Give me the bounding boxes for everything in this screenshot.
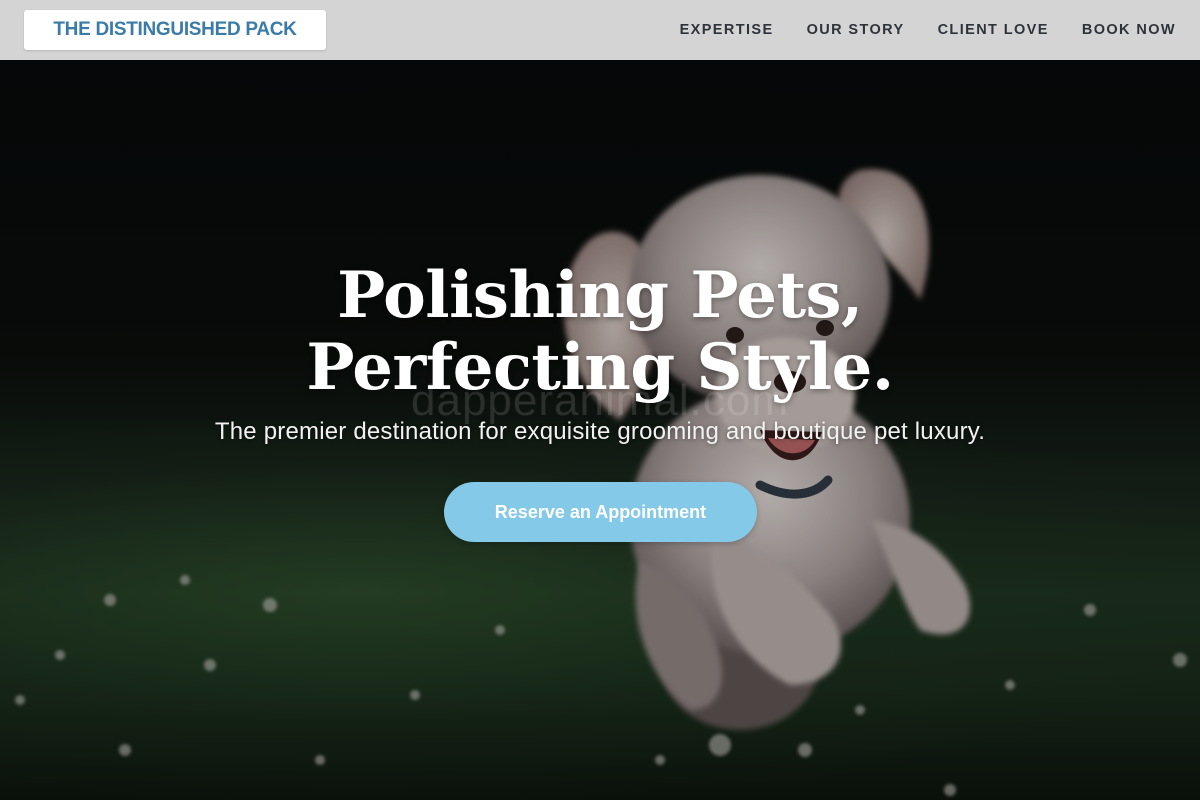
page: THE DISTINGUISHED PACK EXPERTISE OUR STO… bbox=[0, 0, 1200, 800]
reserve-appointment-button[interactable]: Reserve an Appointment bbox=[444, 482, 757, 542]
hero-subtitle: The premier destination for exquisite gr… bbox=[214, 418, 986, 445]
main-nav: EXPERTISE OUR STORY CLIENT LOVE BOOK NOW bbox=[680, 0, 1176, 60]
nav-link-expertise[interactable]: EXPERTISE bbox=[680, 22, 774, 38]
hero-headline-line-1: Polishing Pets, bbox=[337, 258, 863, 333]
nav-link-our-story[interactable]: OUR STORY bbox=[807, 22, 905, 38]
nav-link-client-love[interactable]: CLIENT LOVE bbox=[938, 22, 1049, 38]
hero-headline: Polishing Pets, Perfecting Style. bbox=[0, 260, 1200, 404]
site-header: THE DISTINGUISHED PACK EXPERTISE OUR STO… bbox=[0, 0, 1200, 60]
logo[interactable]: THE DISTINGUISHED PACK bbox=[24, 10, 326, 50]
hero-section: dapperanimal.com Polishing Pets, Perfect… bbox=[0, 60, 1200, 800]
nav-link-book-now[interactable]: BOOK NOW bbox=[1082, 22, 1176, 38]
hero-headline-line-2: Perfecting Style. bbox=[306, 330, 894, 405]
